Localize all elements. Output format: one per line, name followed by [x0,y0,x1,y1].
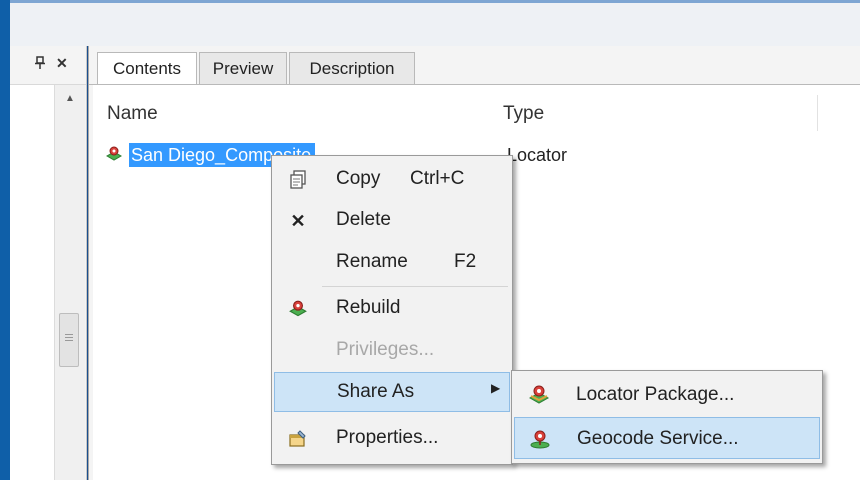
grip-icon [65,334,73,335]
menu-item-rebuild[interactable]: Rebuild [274,289,510,329]
column-header-type[interactable]: Type [503,103,544,125]
column-separator[interactable] [817,95,818,131]
menu-item-label: Rename [336,251,408,272]
copy-icon [288,170,308,190]
tab-description[interactable]: Description [289,52,415,84]
menu-item-shortcut: Ctrl+C [410,168,465,189]
locator-package-icon [528,384,550,406]
menu-item-label: Geocode Service... [577,428,739,449]
menu-item-geocode-service[interactable]: Geocode Service... [514,417,820,459]
column-header-name[interactable]: Name [107,103,158,125]
scroll-up-arrow-icon[interactable]: ▲ [65,93,75,104]
menu-item-locator-package[interactable]: Locator Package... [514,374,820,416]
vertical-scrollbar[interactable]: ▲ [54,85,85,480]
menu-item-label: Locator Package... [576,384,735,405]
menu-item-label: Rebuild [336,297,401,318]
desktop-edge [0,0,10,480]
locator-icon [105,145,123,163]
menu-item-delete[interactable]: ✕ Delete [274,201,510,241]
menu-separator [322,286,508,287]
submenu-arrow-icon: ▶ [491,381,501,395]
menu-item-label: Copy [336,168,381,189]
pin-icon[interactable] [34,56,46,73]
menu-item-label: Properties... [336,427,439,448]
catalog-tree-pane: ✕ ▲ [10,46,87,480]
pane-header: ✕ [10,46,86,85]
share-as-submenu: Locator Package... Geocode Service... [511,370,823,464]
tab-contents[interactable]: Contents [97,52,197,86]
menu-item-label: Delete [336,209,391,230]
menu-item-label: Share As [337,381,415,402]
menu-item-shortcut: F2 [454,251,477,272]
tree-view[interactable] [10,85,54,480]
tab-preview[interactable]: Preview [199,52,287,84]
delete-icon: ✕ [290,211,306,231]
menu-item-rename[interactable]: Rename F2 [274,243,510,283]
rebuild-icon [288,299,308,319]
list-item-type: Locator [507,145,568,165]
geocode-service-icon [529,428,551,450]
menu-item-share-as[interactable]: Share As ▶ [274,372,510,412]
close-icon[interactable]: ✕ [56,55,68,72]
menu-item-copy[interactable]: Copy Ctrl+C [274,160,510,200]
properties-icon [288,429,308,449]
top-border [10,0,860,3]
menu-item-label: Privileges... [336,339,435,360]
scrollbar-thumb[interactable] [59,313,79,367]
top-toolbar-area [10,0,860,46]
menu-item-privileges: Privileges... [274,331,510,371]
context-menu: Copy Ctrl+C ✕ Delete Rename F2 Rebuild P… [271,155,513,465]
menu-item-properties[interactable]: Properties... [274,419,510,459]
